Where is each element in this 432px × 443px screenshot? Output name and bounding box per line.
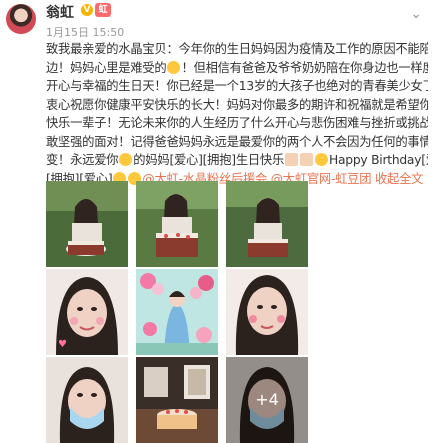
post-header: 翁虹 V 虹 1月15日 15:50 ⌄ — [0, 0, 432, 40]
cake-emoji-icon — [285, 153, 299, 166]
cake-emoji-icon — [300, 153, 314, 166]
post-time: 1月15日 15:50 — [46, 26, 125, 39]
photo-cake-2[interactable] — [136, 181, 218, 267]
photo-birthday-table[interactable] — [136, 357, 218, 443]
verified-badge: V — [81, 4, 93, 16]
member-badge: 虹 — [95, 3, 111, 17]
username[interactable]: 翁虹 — [46, 2, 74, 22]
photo-illustration[interactable] — [136, 269, 218, 355]
photo-portrait-2[interactable] — [226, 269, 308, 355]
post-line: 开心与幸福的生日天！你已经是一个13岁的大孩子也绝对的青春美少女了！妈妈 — [46, 79, 428, 93]
photo-more[interactable]: +4 — [226, 357, 308, 443]
chevron-down-icon[interactable]: ⌄ — [410, 6, 422, 22]
love-emoji-icon — [119, 153, 133, 166]
post-line: 变！永远爱你的妈妈[爱心][拥抱]生日快乐Happy Birthday[爱心] — [46, 153, 428, 167]
photo-grid: ♥ +4 — [46, 181, 430, 443]
photo-masked-selfie[interactable] — [46, 357, 128, 443]
sad-emoji-icon — [167, 60, 181, 74]
party-emoji-icon — [315, 153, 329, 166]
more-photos-count[interactable]: +4 — [226, 357, 308, 443]
post-line: 致我最亲爱的水晶宝贝：今年你的生日妈妈因为疫情及工作的原因不能陪在你身 — [46, 42, 428, 56]
avatar[interactable] — [6, 4, 36, 34]
post-line: 衷心祝愿你健康平安快乐的长大！妈妈对你最多的期许和祝福就是希望你要开心 — [46, 97, 428, 112]
post-line: 边！妈妈心里是难受的！但相信有爸爸及爷爷奶奶陪在你身边也一样度过一个 — [46, 60, 428, 75]
post-line: 敢坚强的面对！记得爸爸妈妈永远是最爱你的两个人不会因为任何的事情而改 — [46, 134, 428, 149]
post-line: 快乐一辈子！无论未来你的人生经历了什么开心与悲伤困难与挫折或挑战都要勇 — [46, 116, 428, 130]
svg-text:♥: ♥ — [58, 339, 67, 350]
photo-portrait-1[interactable]: ♥ — [46, 269, 128, 355]
photo-cake-1[interactable] — [46, 181, 128, 267]
post-body: 致我最亲爱的水晶宝贝：今年你的生日妈妈因为疫情及工作的原因不能陪在你身 边！妈妈… — [46, 40, 428, 188]
photo-cake-3[interactable] — [226, 181, 308, 267]
